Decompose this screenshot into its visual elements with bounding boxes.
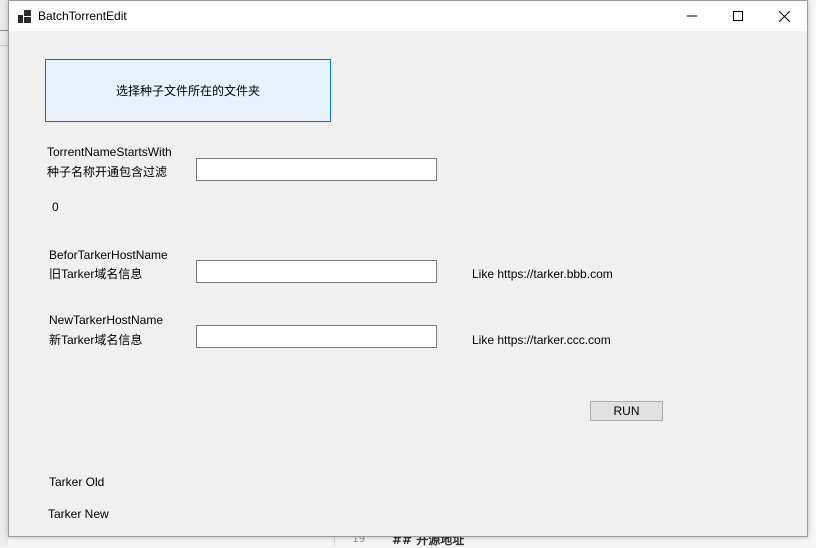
minimize-button[interactable] — [669, 1, 715, 31]
torrent-count: 0 — [52, 200, 59, 214]
background-gutter-line — [334, 537, 335, 545]
run-button[interactable]: RUN — [590, 401, 663, 421]
close-button[interactable] — [761, 1, 807, 31]
tarker-new-status: Tarker New — [48, 507, 109, 521]
minimize-icon — [687, 15, 697, 17]
new-host-label-cn: 新Tarker域名信息 — [49, 333, 143, 347]
name-filter-label-cn: 种子名称开通包含过滤 — [47, 165, 168, 179]
close-icon — [778, 10, 790, 22]
select-folder-button[interactable]: 选择种子文件所在的文件夹 — [45, 59, 331, 122]
background-divider — [0, 30, 8, 31]
old-host-label-en: BeforTarkerHostName — [49, 248, 168, 262]
tarker-old-status: Tarker Old — [49, 475, 105, 489]
app-icon — [18, 10, 31, 23]
run-button-label: RUN — [613, 404, 640, 418]
new-host-hint: Like https://tarker.ccc.com — [472, 333, 611, 347]
title-bar[interactable]: BatchTorrentEdit — [9, 1, 807, 31]
background-divider — [0, 45, 8, 46]
background-edge — [0, 0, 8, 545]
name-filter-input[interactable] — [196, 158, 437, 181]
select-folder-label: 选择种子文件所在的文件夹 — [115, 84, 260, 98]
old-host-input[interactable] — [196, 260, 437, 283]
name-filter-label-en: TorrentNameStartsWith — [47, 145, 172, 159]
window-client-area: 选择种子文件所在的文件夹 TorrentNameStartsWith 种子名称开… — [9, 31, 807, 536]
new-host-label-en: NewTarkerHostName — [49, 313, 164, 327]
old-host-hint: Like https://tarker.bbb.com — [472, 267, 613, 281]
new-host-input[interactable] — [196, 325, 437, 348]
old-host-label-cn: 旧Tarker域名信息 — [49, 267, 143, 281]
batch-torrent-edit-window: BatchTorrentEdit 选择种子文件所在的文件夹 TorrentNam… — [8, 0, 808, 537]
maximize-icon — [733, 11, 743, 21]
window-title: BatchTorrentEdit — [38, 9, 127, 23]
maximize-button[interactable] — [715, 1, 761, 31]
